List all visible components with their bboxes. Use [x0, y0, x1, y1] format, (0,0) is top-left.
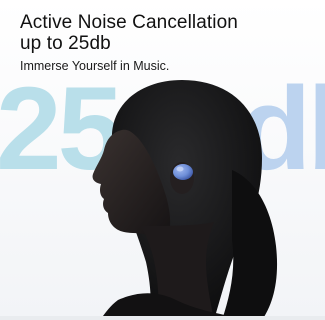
bottom-divider: [0, 316, 325, 320]
earbud-icon: [173, 164, 193, 180]
headline-line-2: up to 25db: [20, 33, 111, 54]
promo-card: 25db: [0, 0, 325, 320]
headline-line-1: Active Noise Cancellation: [20, 12, 238, 33]
headline: Active Noise Cancellation up to 25db: [20, 12, 310, 54]
subheadline: Immerse Yourself in Music.: [20, 59, 170, 73]
